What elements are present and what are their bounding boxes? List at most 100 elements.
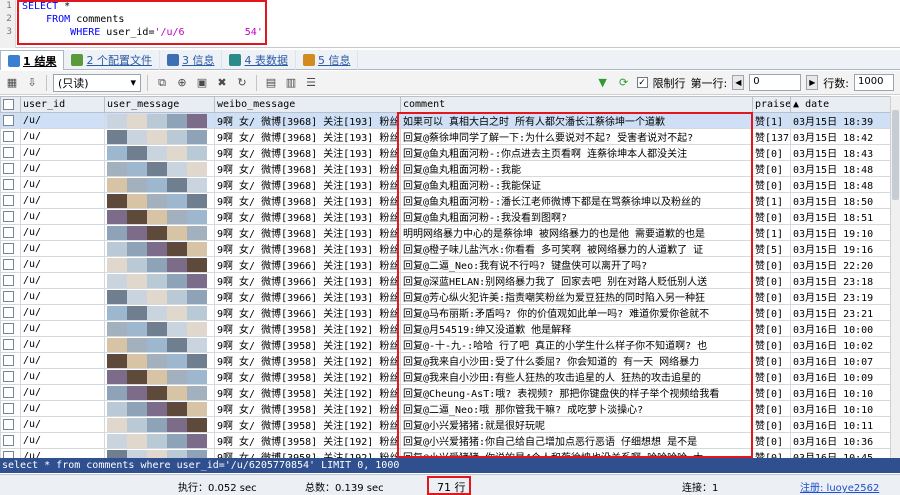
row-checkbox[interactable] xyxy=(3,290,14,302)
select-all-checkbox[interactable] xyxy=(3,98,14,110)
cell-praise[interactable]: 赞[1] xyxy=(752,192,791,209)
cell-user-id[interactable]: /u/ xyxy=(20,192,105,209)
row-checkbox[interactable] xyxy=(3,274,14,286)
row-checkbox[interactable] xyxy=(3,322,14,334)
row-select-cell[interactable] xyxy=(0,208,21,225)
cell-praise[interactable]: 赞[0] xyxy=(752,176,791,193)
cell-weibo-message[interactable]: 9啊 女/ 微博[3968] 关注[193] 粉丝[231] xyxy=(214,192,401,209)
row-select-cell[interactable] xyxy=(0,368,21,385)
row-select-cell[interactable] xyxy=(0,160,21,177)
refresh-row-icon[interactable]: ↻ xyxy=(234,75,250,91)
cell-weibo-message[interactable]: 9啊 女/ 微博[3958] 关注[192] 粉丝[231] xyxy=(214,352,401,369)
delete-icon[interactable]: ✖ xyxy=(214,75,230,91)
cell-praise[interactable]: 赞[0] xyxy=(752,432,791,449)
cell-weibo-message[interactable]: 9啊 女/ 微博[3968] 关注[193] 粉丝[231] xyxy=(214,224,401,241)
cell-praise[interactable]: 赞[0] xyxy=(752,352,791,369)
cell-weibo-message[interactable]: 9啊 女/ 微博[3958] 关注[192] 粉丝[231] xyxy=(214,448,401,458)
cell-user-id[interactable]: /u/ xyxy=(20,432,105,449)
cell-praise[interactable]: 赞[0] xyxy=(752,336,791,353)
cell-user-id[interactable]: /u/ xyxy=(20,176,105,193)
cell-user-id[interactable]: /u/ xyxy=(20,368,105,385)
row-select-cell[interactable] xyxy=(0,384,21,401)
cell-user-id[interactable]: /u/ xyxy=(20,224,105,241)
next-page-icon[interactable]: ▶ xyxy=(806,75,819,90)
column-header[interactable]: comment xyxy=(400,96,753,113)
cell-date[interactable]: 03月16日 10:36 xyxy=(790,432,891,449)
cell-weibo-message[interactable]: 9啊 女/ 微博[3958] 关注[192] 粉丝[231] xyxy=(214,368,401,385)
form-mode-icon[interactable]: ▥ xyxy=(283,75,299,91)
row-checkbox[interactable] xyxy=(3,130,14,142)
cell-user-id[interactable]: /u/ xyxy=(20,400,105,417)
cell-date[interactable]: 03月16日 10:00 xyxy=(790,320,891,337)
cell-praise[interactable]: 赞[0] xyxy=(752,272,791,289)
cell-date[interactable]: 03月15日 19:10 xyxy=(790,224,891,241)
cell-weibo-message[interactable]: 9啊 女/ 微博[3958] 关注[192] 粉丝[231] xyxy=(214,432,401,449)
limit-checkbox[interactable]: ✓ xyxy=(636,77,648,88)
rows-input[interactable]: 1000 xyxy=(854,74,894,91)
cell-praise[interactable]: 赞[0] xyxy=(752,304,791,321)
cell-date[interactable]: 03月16日 10:11 xyxy=(790,416,891,433)
cell-user-message[interactable] xyxy=(104,112,215,129)
cell-weibo-message[interactable]: 9啊 女/ 微博[3958] 关注[192] 粉丝[231] xyxy=(214,336,401,353)
row-checkbox[interactable] xyxy=(3,434,14,446)
cell-user-message[interactable] xyxy=(104,336,215,353)
cell-weibo-message[interactable]: 9啊 女/ 微博[3966] 关注[193] 粉丝[231] xyxy=(214,288,401,305)
cell-weibo-message[interactable]: 9啊 女/ 微博[3966] 关注[193] 粉丝[231] xyxy=(214,304,401,321)
cell-praise[interactable]: 赞[0] xyxy=(752,368,791,385)
cell-date[interactable]: 03月15日 23:21 xyxy=(790,304,891,321)
cell-praise[interactable]: 赞[137 xyxy=(752,128,791,145)
cell-date[interactable]: 03月15日 18:48 xyxy=(790,176,891,193)
cell-praise[interactable]: 赞[0] xyxy=(752,320,791,337)
cell-user-id[interactable]: /u/ xyxy=(20,320,105,337)
row-select-cell[interactable] xyxy=(0,432,21,449)
row-checkbox[interactable] xyxy=(3,210,14,222)
row-select-cell[interactable] xyxy=(0,128,21,145)
cell-user-message[interactable] xyxy=(104,368,215,385)
cell-weibo-message[interactable]: 9啊 女/ 微博[3958] 关注[192] 粉丝[231] xyxy=(214,384,401,401)
row-checkbox[interactable] xyxy=(3,242,14,254)
cell-date[interactable]: 03月15日 23:18 xyxy=(790,272,891,289)
cell-user-id[interactable]: /u/ xyxy=(20,112,105,129)
row-select-cell[interactable] xyxy=(0,144,21,161)
cell-user-id[interactable]: /u/ xyxy=(20,448,105,458)
cell-praise[interactable]: 赞[0] xyxy=(752,400,791,417)
cell-date[interactable]: 03月16日 10:10 xyxy=(790,400,891,417)
cell-user-message[interactable] xyxy=(104,192,215,209)
cell-date[interactable]: 03月15日 18:50 xyxy=(790,192,891,209)
column-header-date[interactable]: ▲ date xyxy=(790,96,891,113)
row-select-cell[interactable] xyxy=(0,448,21,458)
cell-date[interactable]: 03月15日 18:43 xyxy=(790,144,891,161)
cell-praise[interactable]: 赞[1] xyxy=(752,112,791,129)
row-checkbox[interactable] xyxy=(3,226,14,238)
cell-user-message[interactable] xyxy=(104,352,215,369)
cell-date[interactable]: 03月15日 19:16 xyxy=(790,240,891,257)
vertical-scrollbar[interactable] xyxy=(890,96,900,458)
row-checkbox[interactable] xyxy=(3,258,14,270)
row-select-cell[interactable] xyxy=(0,320,21,337)
cell-user-message[interactable] xyxy=(104,128,215,145)
cell-date[interactable]: 03月15日 23:19 xyxy=(790,288,891,305)
row-checkbox[interactable] xyxy=(3,146,14,158)
cell-praise[interactable]: 赞[0] xyxy=(752,144,791,161)
cell-weibo-message[interactable]: 9啊 女/ 微博[3968] 关注[193] 粉丝[231] xyxy=(214,208,401,225)
copy-icon[interactable]: ⧉ xyxy=(154,75,170,91)
grid-mode-icon[interactable]: ▤ xyxy=(263,75,279,91)
cell-date[interactable]: 03月15日 18:51 xyxy=(790,208,891,225)
cell-date[interactable]: 03月16日 10:10 xyxy=(790,384,891,401)
tab-table-data[interactable]: 4 表数据 xyxy=(222,50,296,70)
text-mode-icon[interactable]: ☰ xyxy=(303,75,319,91)
cell-weibo-message[interactable]: 9啊 女/ 微博[3968] 关注[193] 粉丝[231] xyxy=(214,128,401,145)
column-header[interactable]: user_id xyxy=(20,96,105,113)
cell-date[interactable]: 03月15日 18:48 xyxy=(790,160,891,177)
cell-weibo-message[interactable]: 9啊 女/ 微博[3968] 关注[193] 粉丝[231] xyxy=(214,176,401,193)
row-select-cell[interactable] xyxy=(0,256,21,273)
cell-user-message[interactable] xyxy=(104,288,215,305)
cell-user-message[interactable] xyxy=(104,304,215,321)
cell-user-message[interactable] xyxy=(104,240,215,257)
cell-user-id[interactable]: /u/ xyxy=(20,144,105,161)
filter-icon[interactable]: ▼ xyxy=(595,75,611,91)
cell-user-message[interactable] xyxy=(104,224,215,241)
row-checkbox[interactable] xyxy=(3,386,14,398)
cell-user-id[interactable]: /u/ xyxy=(20,208,105,225)
cell-weibo-message[interactable]: 9啊 女/ 微博[3968] 关注[193] 粉丝[231] xyxy=(214,160,401,177)
